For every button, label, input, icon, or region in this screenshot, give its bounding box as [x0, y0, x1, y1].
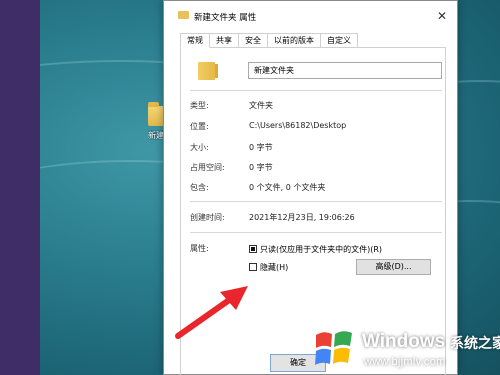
advanced-button[interactable]: 高级(D)... — [356, 259, 431, 275]
readonly-checkbox[interactable] — [249, 245, 257, 253]
tab-strip: 常规 共享 安全 以前的版本 自定义 — [180, 33, 358, 48]
watermark-cn-text: 系统之家 — [450, 336, 500, 352]
tab-general[interactable]: 常规 — [180, 33, 210, 48]
divider — [190, 232, 442, 233]
folder-name-input[interactable]: 新建文件夹 — [248, 62, 442, 79]
attributes-label: 属性: — [190, 244, 209, 253]
folder-icon — [178, 11, 189, 19]
type-value: 文件夹 — [249, 101, 273, 110]
size-label: 大小: — [190, 143, 209, 152]
divider — [190, 90, 442, 91]
site-watermark: Windows 系统之家 www.bjjmlv.com — [308, 321, 500, 375]
location-value: C:\Users\86182\Desktop — [249, 121, 347, 130]
divider — [190, 201, 442, 202]
dialog-title: 新建文件夹 属性 — [194, 13, 257, 23]
tab-customize[interactable]: 自定义 — [320, 33, 358, 47]
hidden-checkbox[interactable] — [249, 263, 257, 271]
red-arrow-annotation — [175, 286, 248, 339]
created-value: 2021年12月23日, 19:06:26 — [249, 213, 355, 222]
contains-label: 包含: — [190, 183, 209, 192]
readonly-label[interactable]: 只读(仅应用于文件夹中的文件)(R) — [260, 244, 382, 255]
size-on-disk-value: 0 字节 — [249, 163, 273, 172]
created-label: 创建时间: — [190, 213, 225, 222]
location-label: 位置: — [190, 122, 209, 131]
watermark-brand: Windows — [362, 331, 446, 352]
hidden-label[interactable]: 隐藏(H) — [260, 262, 288, 273]
folder-icon — [198, 62, 218, 80]
size-value: 0 字节 — [249, 143, 273, 152]
close-icon[interactable]: ✕ — [437, 9, 447, 23]
tab-security[interactable]: 安全 — [238, 33, 268, 47]
windows-logo-icon — [315, 331, 352, 365]
size-on-disk-label: 占用空间: — [190, 163, 225, 172]
type-label: 类型: — [190, 101, 209, 110]
left-purple-strip — [0, 0, 40, 375]
watermark-url: www.bjjmlv.com — [364, 356, 446, 368]
contains-value: 0 个文件, 0 个文件夹 — [249, 183, 326, 192]
dialog-titlebar[interactable]: 新建文件夹 属性 ✕ — [164, 1, 457, 31]
tab-sharing[interactable]: 共享 — [209, 33, 239, 47]
tab-previous-versions[interactable]: 以前的版本 — [267, 33, 321, 47]
